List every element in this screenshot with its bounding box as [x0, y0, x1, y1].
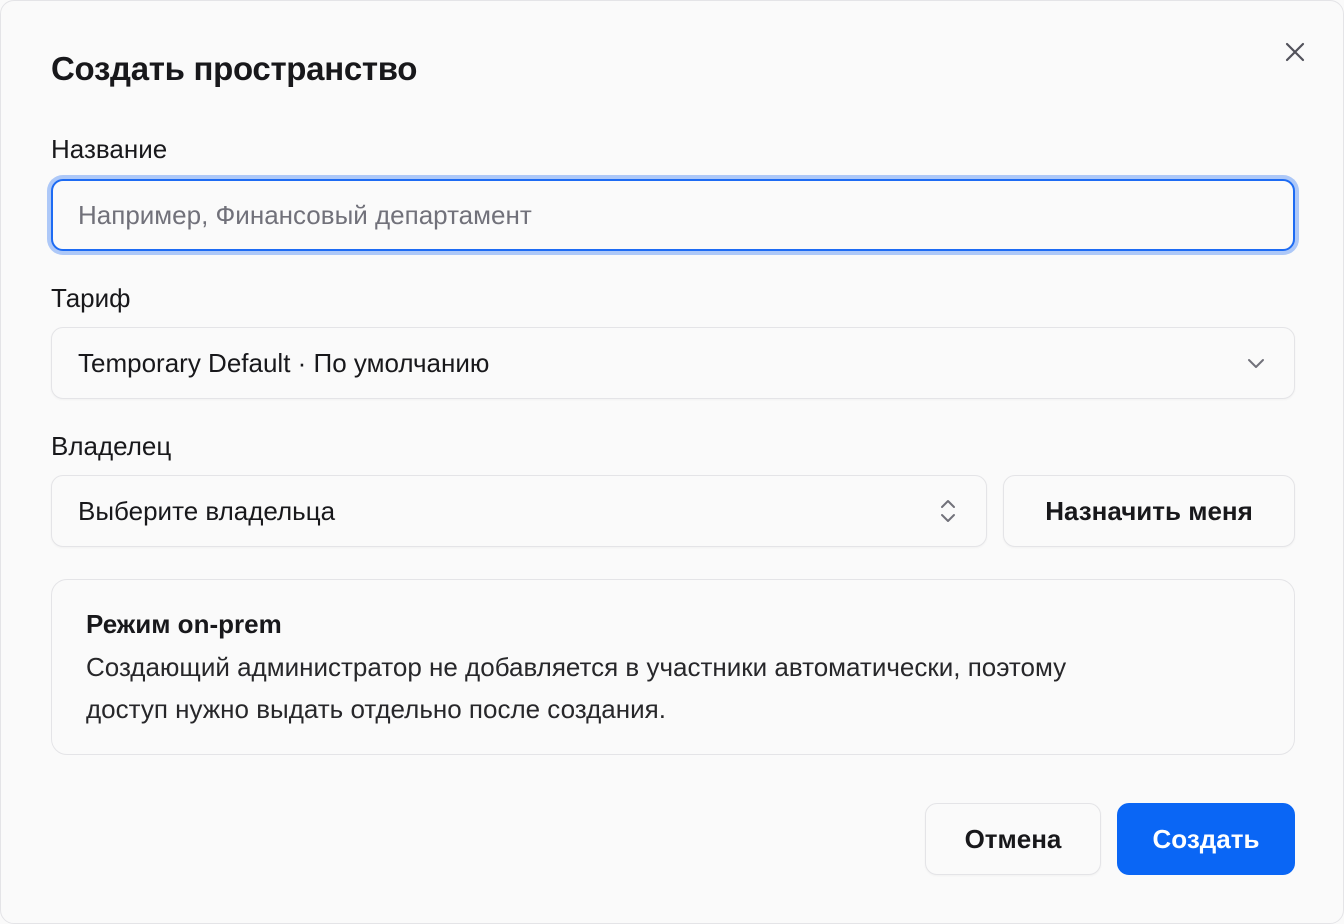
owner-label: Владелец	[51, 431, 172, 461]
on-prem-note: Режим on-prem Создающий администратор не…	[51, 579, 1295, 755]
chevron-up-down-icon	[936, 499, 960, 523]
create-button[interactable]: Создать	[1117, 803, 1295, 875]
owner-selected-value: Выберите владельца	[78, 495, 336, 526]
name-input[interactable]	[51, 179, 1295, 251]
dialog-title: Создать пространство	[51, 50, 418, 87]
note-text-line-1: Создающий администратор не добавляется в…	[86, 652, 1067, 682]
note-title: Режим on-prem	[86, 609, 282, 639]
assign-me-button[interactable]: Назначить меня	[1003, 475, 1295, 547]
create-space-dialog: Создать пространство Название Тариф Temp…	[0, 0, 1344, 924]
close-button[interactable]	[1275, 32, 1315, 72]
tariff-label: Тариф	[51, 283, 131, 313]
owner-select[interactable]: Выберите владельца	[51, 475, 987, 547]
name-label: Название	[51, 134, 168, 164]
note-text: Создающий администратор не добавляется в…	[86, 646, 1260, 730]
chevron-down-icon	[1244, 351, 1268, 375]
cancel-button[interactable]: Отмена	[925, 803, 1101, 875]
note-text-line-2: доступ нужно выдать отдельно после созда…	[86, 694, 666, 724]
tariff-select[interactable]: Temporary Default · По умолчанию	[51, 327, 1295, 399]
tariff-selected-value: Temporary Default · По умолчанию	[78, 347, 490, 378]
close-icon	[1284, 41, 1306, 63]
